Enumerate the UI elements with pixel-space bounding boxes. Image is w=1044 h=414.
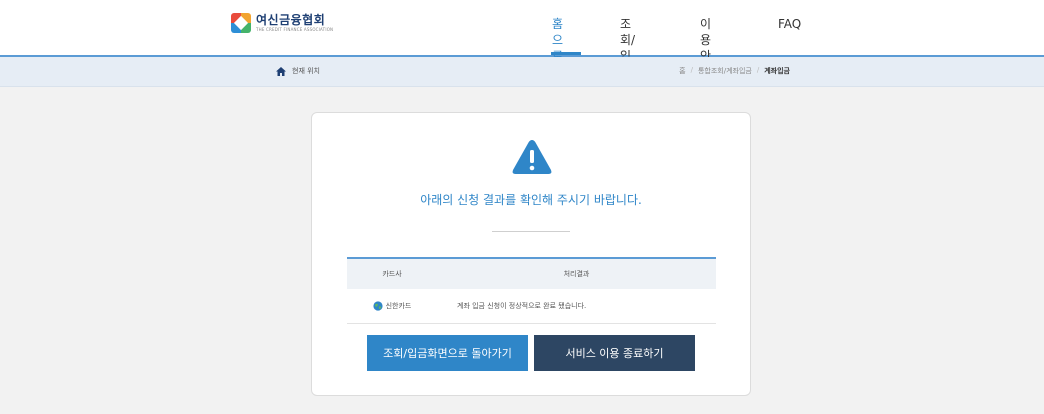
table-header: 카드사 처리결과 [347, 259, 716, 289]
breadcrumb-current: 계좌입금 [764, 67, 790, 75]
nav-active-indicator [551, 52, 581, 55]
card-company-name: 신한카드 [385, 302, 412, 310]
column-header-result: 처리결과 [563, 270, 590, 278]
result-table: 카드사 처리결과 신한카드 계좌 입금 신청이 정상적으로 완료 됐습니다. [347, 257, 716, 324]
warning-icon [512, 140, 552, 174]
current-location: 현재 위치 [276, 66, 320, 76]
breadcrumb-inquiry[interactable]: 통합조회/계좌입금 [698, 66, 752, 76]
globe-icon [373, 301, 383, 311]
result-message: 아래의 신청 결과를 확인해 주시기 바랍니다. [420, 193, 642, 207]
logo-english: THE CREDIT FINANCE ASSOCIATION [256, 26, 334, 32]
column-header-company: 카드사 [382, 270, 402, 278]
divider [492, 231, 570, 232]
logo-korean: 여신금융협회 [256, 12, 326, 27]
home-icon [276, 66, 286, 76]
table-row: 신한카드 계좌 입금 신청이 정상적으로 완료 됐습니다. [347, 289, 716, 324]
card-company-cell: 신한카드 [347, 301, 437, 311]
logo-text: 여신금융협회 THE CREDIT FINANCE ASSOCIATION [256, 12, 334, 33]
logo-mark-icon [231, 13, 251, 33]
result-card: 아래의 신청 결과를 확인해 주시기 바랍니다. 카드사 처리결과 신한카드 계… [311, 112, 751, 396]
breadcrumb-separator: / [756, 66, 760, 74]
breadcrumb: 홈 / 통합조회/계좌입금 / 계좌입금 [679, 66, 790, 76]
back-to-inquiry-button[interactable]: 조회/입금화면으로 돌아가기 [367, 335, 528, 371]
end-service-button[interactable]: 서비스 이용 종료하기 [534, 335, 695, 371]
breadcrumb-home[interactable]: 홈 [679, 66, 685, 76]
nav-faq[interactable]: FAQ [778, 16, 801, 32]
result-text: 계좌 입금 신청이 정상적으로 완료 됐습니다. [457, 302, 587, 310]
breadcrumb-bar: 현재 위치 홈 / 통합조회/계좌입금 / 계좌입금 [0, 57, 1044, 87]
breadcrumb-separator: / [690, 66, 693, 74]
site-header: 여신금융협회 THE CREDIT FINANCE ASSOCIATION 홈으… [0, 0, 1044, 79]
logo[interactable]: 여신금융협회 THE CREDIT FINANCE ASSOCIATION [231, 13, 333, 33]
current-location-label: 현재 위치 [292, 67, 320, 75]
